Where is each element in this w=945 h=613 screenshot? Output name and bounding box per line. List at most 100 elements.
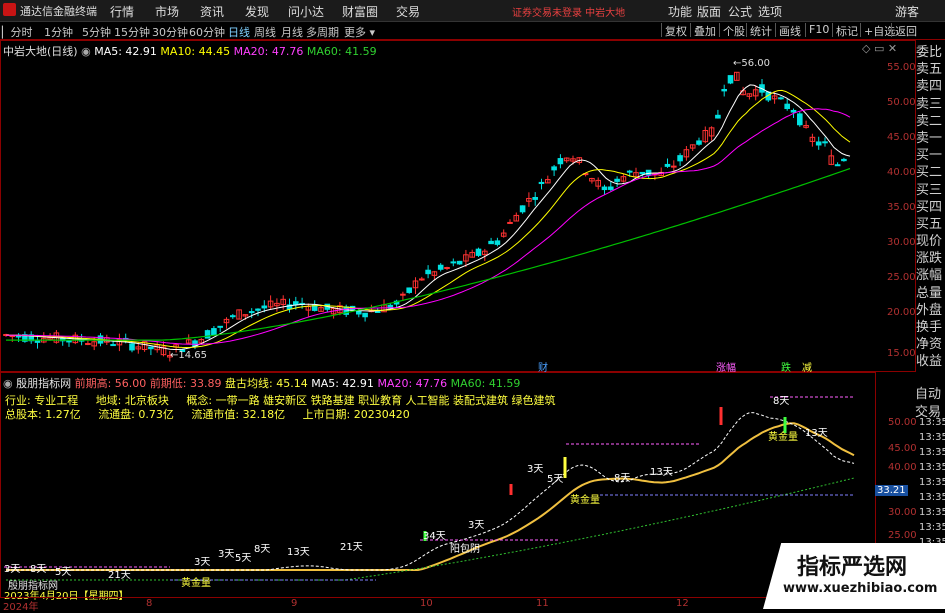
sub-y-tick: 25.00 <box>888 530 917 541</box>
quote-row[interactable]: 收益 <box>916 353 945 370</box>
quote-row[interactable]: 委比 <box>916 44 945 61</box>
guest-label[interactable]: 游客 <box>895 3 919 20</box>
indicator-label: 5天 <box>235 553 252 564</box>
menu-gongneng[interactable]: 功能 <box>668 3 692 20</box>
quote-row[interactable]: 买四 <box>916 199 945 216</box>
menu-caifuquan[interactable]: 财富圈 <box>342 3 378 20</box>
main-y-tick: 20.00 <box>887 307 916 318</box>
quote-row[interactable]: 卖三 <box>916 96 945 113</box>
indicator-label: 13天 <box>805 428 828 439</box>
quote-row[interactable]: 外盘 <box>916 302 945 319</box>
x-axis: 2024年 8 9 10 11 12 <box>0 597 874 613</box>
quote-row[interactable]: 买五 <box>916 216 945 233</box>
diejia-button[interactable]: 叠加 <box>690 23 719 38</box>
x-month: 12 <box>676 598 689 609</box>
biaoji-button[interactable]: 标记 <box>832 23 861 38</box>
main-y-tick: 45.00 <box>887 132 916 143</box>
menu-xuanxiang[interactable]: 选项 <box>758 3 782 20</box>
quote-row[interactable]: 卖二 <box>916 113 945 130</box>
main-y-tick: 50.00 <box>887 97 916 108</box>
quote-row[interactable]: 换手 <box>916 319 945 336</box>
quote-row[interactable]: 涨幅 <box>916 267 945 284</box>
indicator-label: 8天 <box>614 473 631 484</box>
period-5min[interactable]: 5分钟 <box>82 24 111 40</box>
period-multi[interactable]: 多周期 <box>306 24 339 40</box>
menu-banmian[interactable]: 版面 <box>697 3 721 20</box>
quote-row[interactable]: 卖五 <box>916 61 945 78</box>
sub-ma60: MA60: 41.59 <box>450 377 521 390</box>
listed-date: 上市日期: 20230420 <box>302 408 410 421</box>
quote-row[interactable]: 净资 <box>916 336 945 353</box>
time-tick: 13:35 <box>919 417 945 428</box>
candle-body <box>797 113 803 126</box>
candle-body <box>230 315 236 318</box>
period-month[interactable]: 月线 <box>281 24 303 40</box>
indicator-label: 21天 <box>340 542 363 553</box>
time-tick: 13:35 <box>919 432 945 443</box>
period-fenshi[interactable]: ▏分时 <box>2 24 32 40</box>
candle-body <box>790 109 797 113</box>
quote-row[interactable]: 涨跌 <box>916 250 945 267</box>
candle-body <box>148 346 154 350</box>
menu-jiaoyi[interactable]: 交易 <box>396 3 420 20</box>
time-column: 13:35 13:35 13:35 13:35 13:35 13:35 13:35 13:35… <box>919 417 945 552</box>
menu-wenxiaoda[interactable]: 问小达 <box>288 3 324 20</box>
f10-button[interactable]: F10 <box>805 23 832 37</box>
quote-row[interactable]: 买二 <box>916 164 945 181</box>
total-shares: 总股本: 1.27亿 <box>5 408 81 421</box>
period-more[interactable]: 更多 ▾ <box>344 24 375 40</box>
sub-current-value: 33.21 <box>875 485 908 496</box>
indicator-label: 黄金量 <box>181 578 211 589</box>
indicator-label: 8天 <box>773 396 790 407</box>
watermark-title: 指标严选网 <box>797 555 908 580</box>
menu-faxian[interactable]: 发现 <box>245 3 269 20</box>
candle-body <box>507 221 513 224</box>
auto-label[interactable]: 自动 <box>915 386 945 404</box>
time-tick: 13:35 <box>919 492 945 503</box>
indicator-label: 3天 <box>468 520 485 531</box>
x-month: 8 <box>146 598 153 609</box>
candle-body <box>488 240 494 245</box>
x-year: 2024年 <box>3 602 39 613</box>
quote-row[interactable]: 买一 <box>916 147 945 164</box>
period-day[interactable]: 日线 <box>228 24 250 40</box>
menu-shichang[interactable]: 市场 <box>155 3 179 20</box>
candle-body <box>248 311 255 314</box>
watermark: 指标严选网 www.xuezhibiao.com <box>763 543 945 609</box>
gegu-button[interactable]: 个股 <box>719 23 748 38</box>
candle-body <box>519 205 526 213</box>
period-60min[interactable]: 60分钟 <box>189 24 225 40</box>
candle-body <box>671 165 677 168</box>
candle-body <box>110 344 116 347</box>
quote-row[interactable]: 卖一 <box>916 130 945 147</box>
time-tick: 13:35 <box>919 462 945 473</box>
sub-y-tick: 50.00 <box>888 417 917 428</box>
fuquan-button[interactable]: 复权 <box>661 23 690 38</box>
back-button[interactable]: 返回 <box>891 23 920 38</box>
period-30min[interactable]: 30分钟 <box>152 24 188 40</box>
quote-row[interactable]: 买三 <box>916 182 945 199</box>
tongji-button[interactable]: 统计 <box>746 23 775 38</box>
menu-gongshi[interactable]: 公式 <box>728 3 752 20</box>
gear-icon[interactable]: ◉ <box>3 377 13 390</box>
period-1min[interactable]: 1分钟 <box>44 24 73 40</box>
candle-body <box>645 169 652 176</box>
period-week[interactable]: 周线 <box>254 24 276 40</box>
quote-row[interactable]: 现价 <box>916 233 945 250</box>
sub-ma5: MA5: 42.91 <box>311 377 374 390</box>
huaxian-button[interactable]: 画线 <box>775 23 804 38</box>
main-y-tick: 30.00 <box>887 237 916 248</box>
quote-row[interactable]: 卖四 <box>916 78 945 95</box>
candle-body <box>532 197 539 200</box>
period-15min[interactable]: 15分钟 <box>114 24 150 40</box>
candle-body <box>721 88 728 92</box>
menu-hangqing[interactable]: 行情 <box>110 3 134 20</box>
quote-row[interactable]: 总量 <box>916 285 945 302</box>
login-warning[interactable]: 证券交易未登录 中岩大地 <box>512 4 625 19</box>
candle-body <box>601 186 608 191</box>
candle-body <box>834 164 841 167</box>
watermark-url: www.xuezhibiao.com <box>783 581 938 596</box>
sub-y-tick: 30.00 <box>888 507 917 518</box>
menu-zixun[interactable]: 资讯 <box>200 3 224 20</box>
candle-body <box>255 308 261 311</box>
